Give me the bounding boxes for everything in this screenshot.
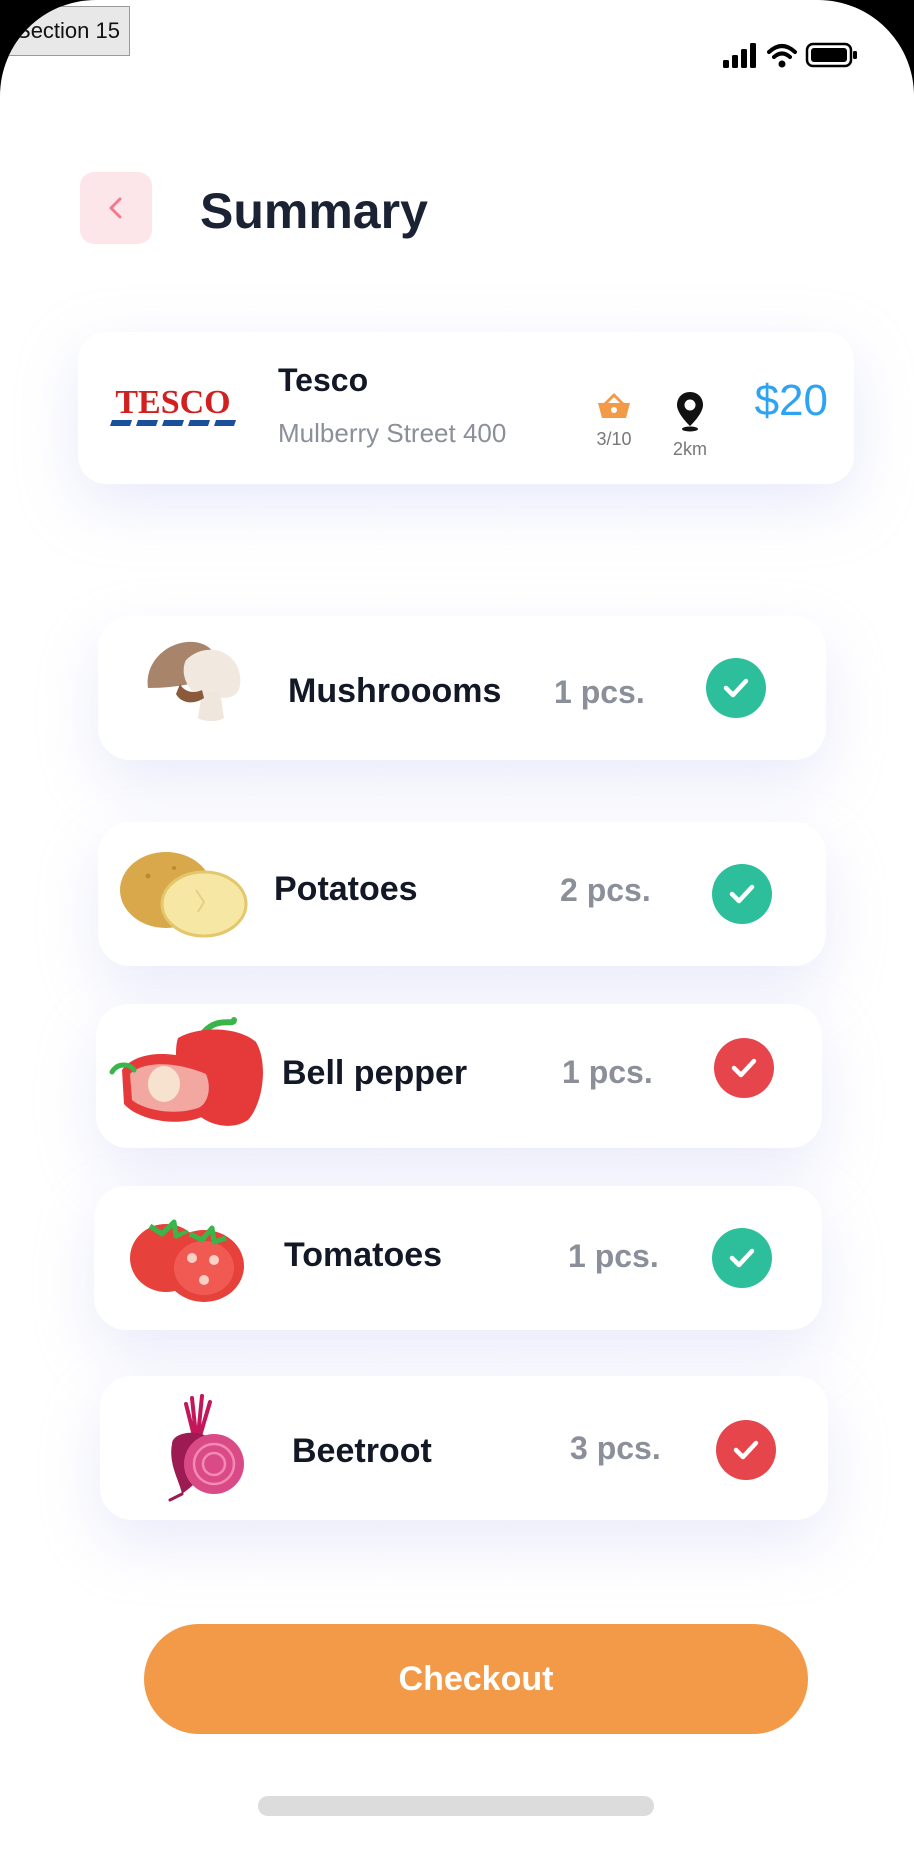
item-quantity: 1 pcs. <box>554 674 645 710</box>
checkmark-icon <box>729 1248 755 1268</box>
section-tag: Section 15 <box>6 6 130 56</box>
item-checked-toggle[interactable] <box>712 864 772 924</box>
item-quantity: 2 pcs. <box>560 872 651 908</box>
item-quantity: 1 pcs. <box>562 1054 653 1090</box>
store-name: Tesco <box>278 362 369 398</box>
phone-screen: Section 15 Summary TESCO Tesco Mulberry … <box>0 0 914 1850</box>
home-indicator <box>258 1796 654 1816</box>
bell-pepper-icon <box>109 1017 263 1126</box>
item-name: Beetroot <box>292 1432 432 1470</box>
tesco-logo: TESCO <box>110 384 236 426</box>
item-name: Tomatoes <box>284 1236 443 1274</box>
checkmark-icon <box>731 1058 757 1078</box>
svg-text:TESCO: TESCO <box>115 384 230 421</box>
item-name: Bell pepper <box>282 1054 468 1092</box>
basket-count: 3/10 <box>596 429 632 449</box>
item-name: Mushroooms <box>288 672 502 710</box>
checkmark-icon <box>733 1440 759 1460</box>
item-checked-toggle[interactable] <box>716 1420 776 1480</box>
wifi-icon <box>767 44 797 68</box>
store-card[interactable]: TESCO Tesco Mulberry Street 400 3/10 2km… <box>78 332 854 484</box>
basket-icon <box>598 393 630 418</box>
location-pin-icon <box>677 392 703 432</box>
basket-info: 3/10 <box>586 392 642 450</box>
chevron-left-icon <box>109 197 122 219</box>
status-bar-icons <box>723 42 857 68</box>
store-price: $20 <box>754 376 828 425</box>
checkmark-icon <box>729 884 755 904</box>
store-address: Mulberry Street 400 <box>278 418 507 448</box>
back-button[interactable] <box>80 172 152 244</box>
item-quantity: 1 pcs. <box>568 1238 659 1274</box>
item-quantity: 3 pcs. <box>570 1430 661 1466</box>
signal-icon <box>723 43 756 68</box>
store-distance: 2km <box>672 439 707 459</box>
beetroot-icon <box>168 1394 244 1502</box>
checkout-button[interactable]: Checkout <box>144 1624 808 1734</box>
item-name: Potatoes <box>274 870 418 908</box>
potato-icon <box>120 852 248 938</box>
mushroom-icon <box>147 641 241 721</box>
item-checked-toggle[interactable] <box>714 1038 774 1098</box>
tomato-icon <box>130 1219 244 1302</box>
distance-info: 2km <box>662 390 718 460</box>
page-title: Summary <box>200 183 428 239</box>
item-checked-toggle[interactable] <box>706 658 766 718</box>
checkmark-icon <box>723 678 749 698</box>
item-checked-toggle[interactable] <box>712 1228 772 1288</box>
battery-icon <box>805 42 857 68</box>
